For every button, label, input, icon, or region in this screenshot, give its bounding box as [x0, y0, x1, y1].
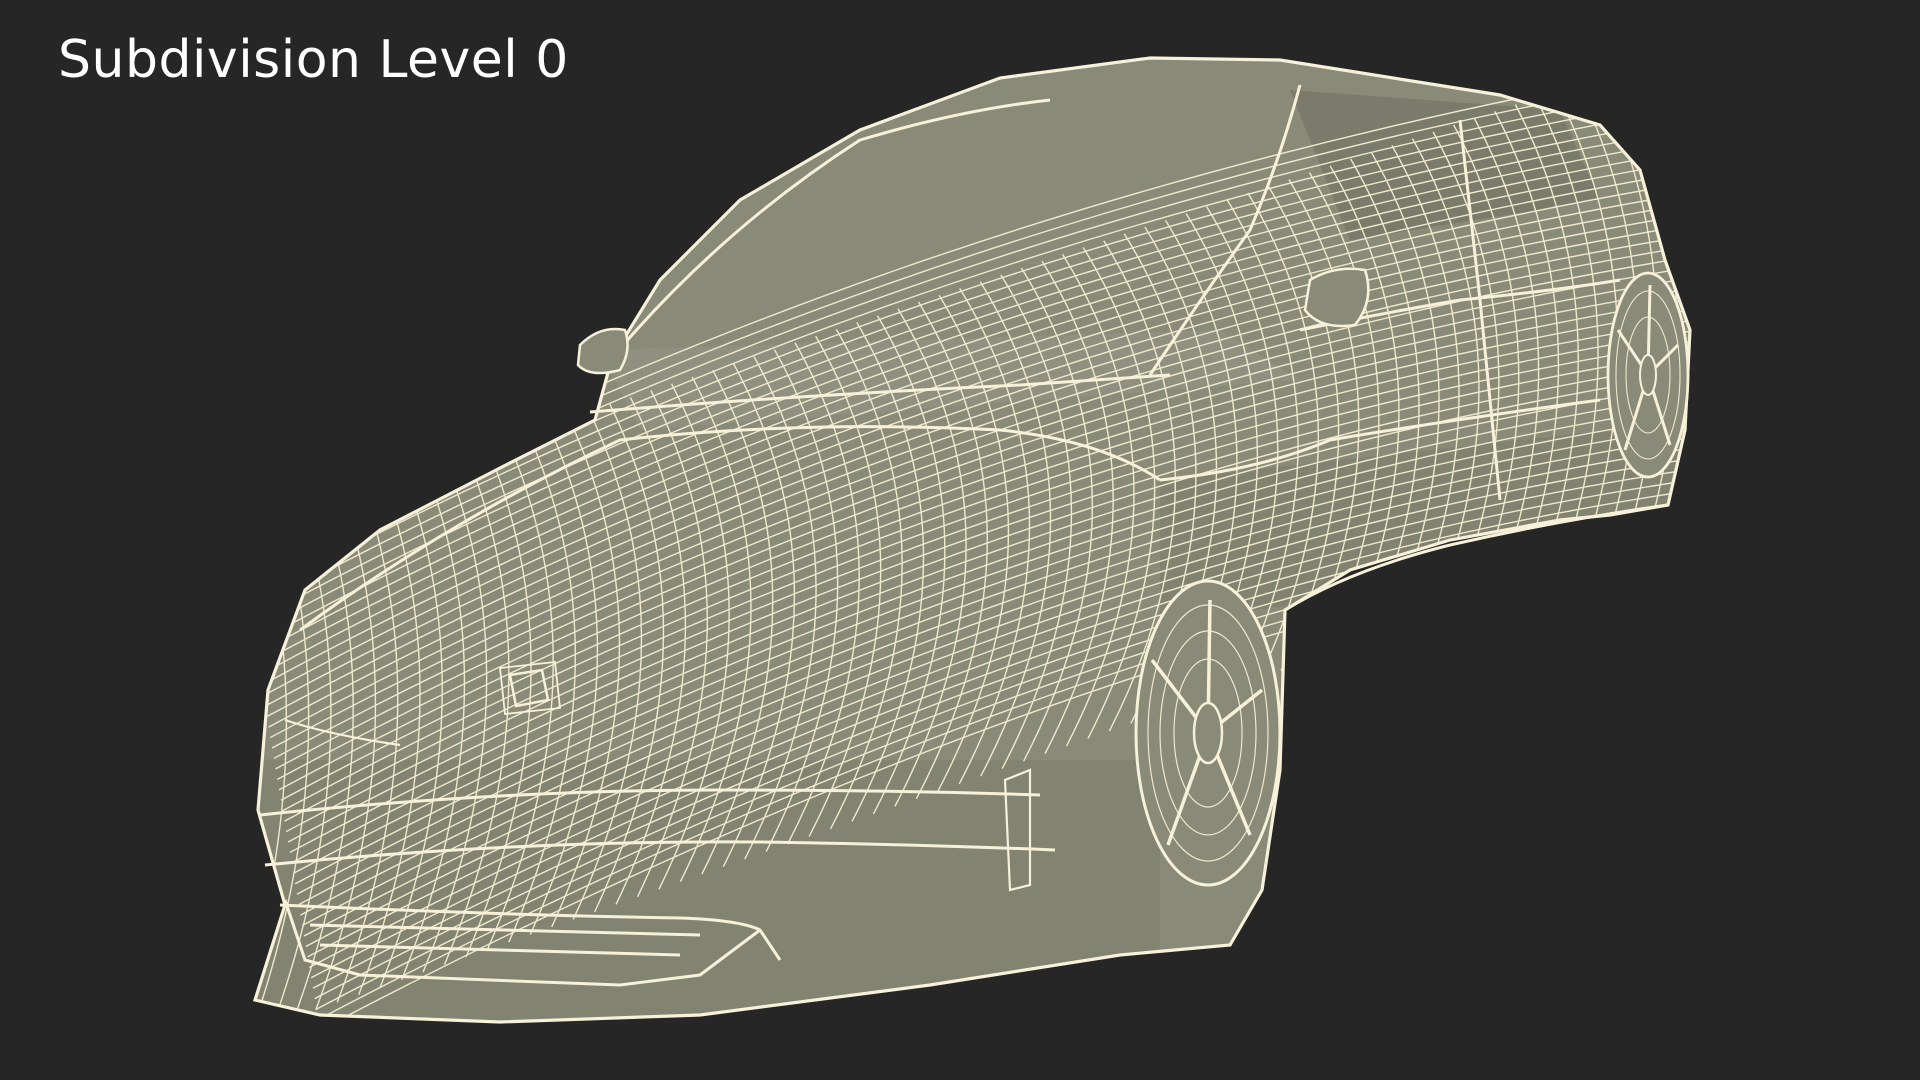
- front-wheel: [1134, 579, 1282, 887]
- subdivision-level-label: Subdivision Level 0: [58, 30, 569, 90]
- rear-wheel: [1606, 271, 1690, 479]
- side-mirror-right: [1303, 267, 1370, 328]
- render-viewport: Subdivision Level 0: [0, 0, 1920, 1080]
- car-wireframe-render: [253, 56, 1692, 1024]
- side-mirror-left: [576, 327, 629, 375]
